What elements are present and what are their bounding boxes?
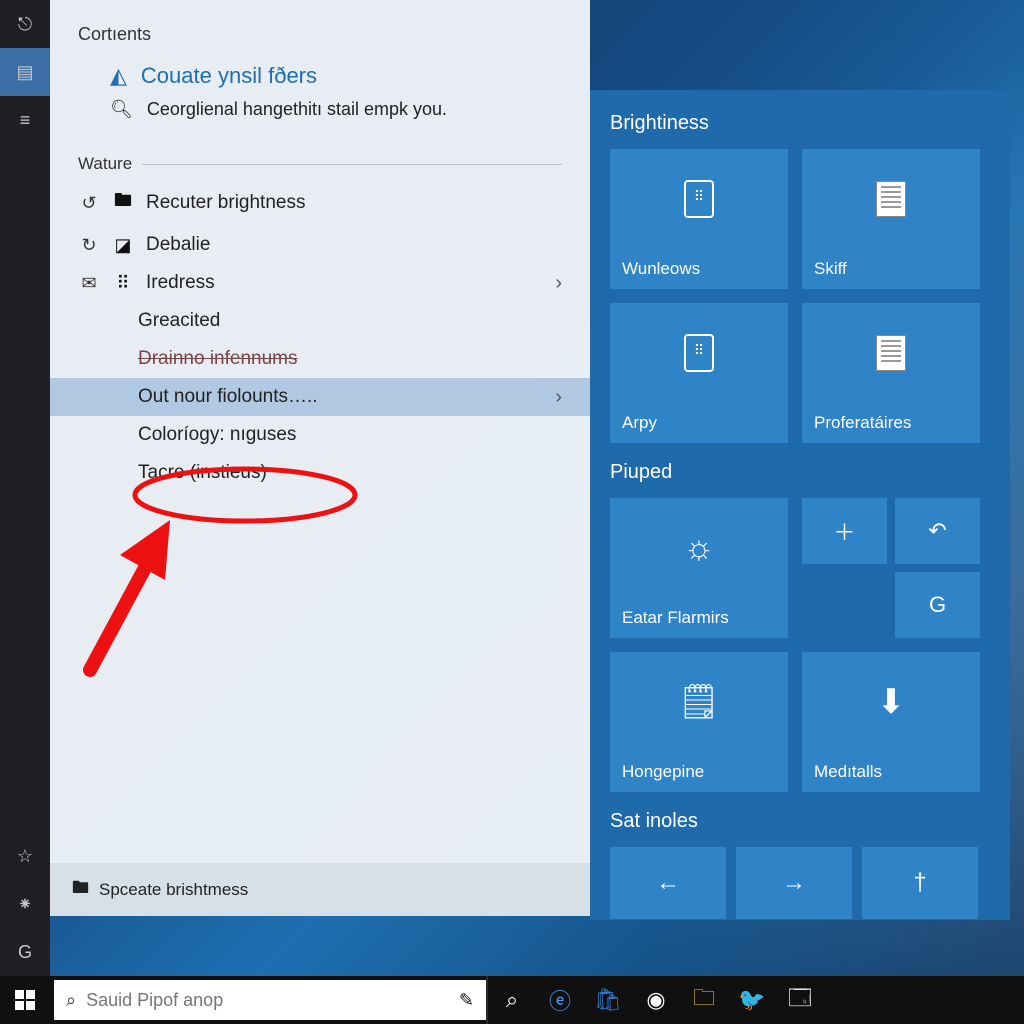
taskbar-edge-icon[interactable]: ⓔ (536, 976, 584, 1024)
item-colorlogy[interactable]: Coloríogy: nıguses (50, 416, 590, 454)
folder-icon: 🖿 (112, 188, 134, 218)
tile-skiff[interactable]: Skiff (802, 149, 980, 289)
item-iredress[interactable]: ✉ ⠿ Iredress › (50, 264, 590, 302)
tile-group-title: Piuped (610, 461, 990, 484)
folder-icon: 🖿 (72, 875, 89, 904)
tile-label: Skiff (814, 259, 968, 279)
item-label: Iredress (146, 272, 215, 294)
taskbar-store-icon[interactable]: 🛍 (584, 976, 632, 1024)
cycle-icon: ↻ (78, 235, 100, 256)
rail-icon-g-icon[interactable]: G (0, 928, 50, 976)
tile-label: Proferatáires (814, 413, 968, 433)
tile-group-title: Brightiness (610, 112, 990, 135)
taskbar-twitter-icon[interactable]: 🐦 (728, 976, 776, 1024)
item-label: Drainno infennums (138, 348, 297, 370)
taskbar: ⌕ ✎ ⌕ ⓔ 🛍 ◉ 🗀 🐦 🗔 (0, 976, 1024, 1024)
accent-create-row[interactable]: ◭ Couate ynsil fðers (50, 55, 590, 93)
calculator-icon (684, 334, 714, 372)
item-label: Debalie (146, 234, 210, 256)
section-header-text: Wature (78, 154, 132, 174)
tile-arpy[interactable]: Arpy (610, 303, 788, 443)
speech-icon: ✉ (78, 273, 100, 294)
search-icon: ⌕ (66, 990, 76, 1011)
tile-right[interactable]: → (736, 847, 852, 919)
menu-footer-label: Spceate brishtmess (99, 880, 248, 900)
tile-label: Wunleows (622, 259, 776, 279)
live-tile-panel: Brightiness Wunleows Skiff Arpy Proferat… (590, 90, 1010, 920)
start-rail: ⎋ ▤ ≡ ☆ ⁕ G (0, 0, 50, 976)
brightness-icon: ☼ (683, 529, 714, 568)
rail-icon-list-icon[interactable]: ▤ (0, 48, 50, 96)
tile-proferataires[interactable]: Proferatáires (802, 303, 980, 443)
tile-small-grid: ＋ ↶ G (802, 498, 980, 638)
app-icon: ◪ (112, 235, 134, 256)
taskbar-chrome-icon[interactable]: ◉ (632, 976, 680, 1024)
rail-icon-favorite-icon[interactable]: ☆ (0, 832, 50, 880)
alert-icon: ◭ (110, 63, 127, 89)
item-greacited[interactable]: Greacited (50, 302, 590, 340)
search-suggestion-label: Ceorglienal hangethitı stail empk you. (147, 99, 447, 120)
item-label: Recuter brightness (146, 192, 305, 214)
accent-create-label: Couate ynsil fðers (141, 63, 317, 89)
taskbar-files-icon[interactable]: 🗔 (776, 976, 824, 1024)
refresh-icon: ↺ (78, 193, 100, 214)
clipboard-icon: 🗒 (677, 682, 720, 722)
rail-icon-bluetooth-icon[interactable]: ⁕ (0, 880, 50, 928)
tile-wunleows[interactable]: Wunleows (610, 149, 788, 289)
tile-grid-2: ☼ Eatar Flarmirs ＋ ↶ G 🗒 Hongepine ⬇ Med… (610, 498, 990, 792)
item-drainno[interactable]: Drainno infennums (50, 340, 590, 378)
tile-hongepine[interactable]: 🗒 Hongepine (610, 652, 788, 792)
rail-icon-menu-icon[interactable]: ≡ (0, 96, 50, 144)
search-icon: 🔍︎ (110, 99, 133, 120)
item-label: Out nour fiolounts….. (138, 386, 318, 408)
taskbar-explorer-icon[interactable]: 🗀 (680, 976, 728, 1024)
document-icon (876, 181, 906, 217)
start-button[interactable] (0, 976, 50, 1024)
taskbar-cortana-icon[interactable]: ⌕ (488, 976, 536, 1024)
item-out-nour-fiolounts[interactable]: Out nour fiolounts….. › (50, 378, 590, 416)
tile-plus[interactable]: ＋ (802, 498, 887, 564)
section-header-wature: Wature (50, 126, 590, 180)
tile-left[interactable]: ← (610, 847, 726, 919)
section-title-contents: Cortıents (50, 24, 590, 55)
start-menu-panel: Cortıents ◭ Couate ynsil fðers 🔍︎ Ceorgl… (50, 0, 590, 916)
rail-icon-recent-icon[interactable]: ⎋ (0, 0, 50, 48)
chevron-right-icon: › (555, 272, 562, 295)
pen-icon: ✎ (459, 990, 474, 1011)
grid-icon: ⠿ (112, 273, 134, 294)
search-input[interactable] (86, 990, 449, 1011)
item-tacre[interactable]: Tacre (instieus) (50, 454, 590, 492)
tile-undo[interactable]: ↶ (895, 498, 980, 564)
item-debalie[interactable]: ↻ ◪ Debalie (50, 226, 590, 264)
tile-label: Medıtalls (814, 762, 968, 782)
search-suggestion-row[interactable]: 🔍︎ Ceorglienal hangethitı stail empk you… (50, 93, 590, 126)
item-recuter-brightness[interactable]: ↺ 🖿 Recuter brightness (50, 180, 590, 226)
tile-wand[interactable]: † (862, 847, 978, 919)
section-rule (142, 164, 562, 165)
tile-eatar-flarmirs[interactable]: ☼ Eatar Flarmirs (610, 498, 788, 638)
tile-label: Eatar Flarmirs (622, 608, 776, 628)
calculator-icon (684, 180, 714, 218)
tile-grid-3: ← → † (610, 847, 990, 919)
menu-footer[interactable]: 🖿 Spceate brishtmess (50, 863, 590, 916)
item-label: Tacre (instieus) (138, 462, 267, 484)
tile-meditalls[interactable]: ⬇ Medıtalls (802, 652, 980, 792)
taskbar-search[interactable]: ⌕ ✎ (54, 980, 486, 1020)
tile-google[interactable]: G (895, 572, 980, 638)
tile-grid-1: Wunleows Skiff Arpy Proferatáires (610, 149, 990, 443)
windows-logo-icon (15, 990, 35, 1010)
item-label: Greacited (138, 310, 220, 332)
tile-label: Hongepine (622, 762, 776, 782)
tile-group-title: Sat inoles (610, 810, 990, 833)
item-label: Coloríogy: nıguses (138, 424, 296, 446)
chevron-right-icon: › (555, 386, 562, 409)
tile-label: Arpy (622, 413, 776, 433)
document-icon (876, 335, 906, 371)
download-icon: ⬇ (877, 682, 906, 722)
